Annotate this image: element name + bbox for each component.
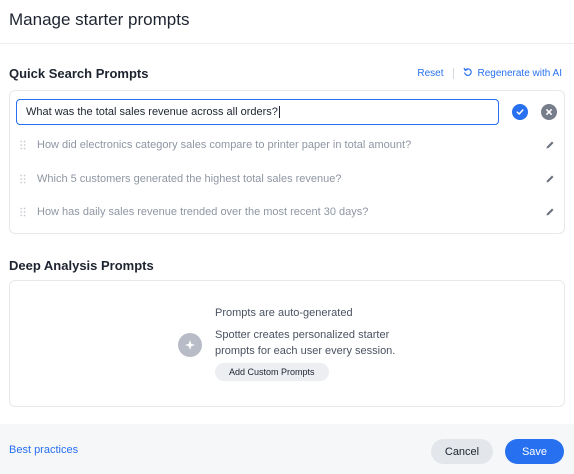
prompt-edit-row: What was the total sales revenue across … [16, 99, 557, 125]
regenerate-label: Regenerate with AI [477, 68, 563, 79]
drag-handle-icon[interactable] [20, 207, 28, 217]
prompt-edit-value: What was the total sales revenue across … [26, 106, 278, 118]
quick-search-header: Quick Search Prompts Reset Regenerate wi… [9, 66, 562, 81]
dialog-footer: Best practices Cancel Save [0, 424, 574, 474]
reset-button[interactable]: Reset [417, 68, 443, 79]
sparkle-icon [178, 333, 202, 357]
auto-generated-description: Spotter creates personalized starter pro… [215, 329, 396, 357]
prompt-text: How has daily sales revenue trended over… [37, 206, 369, 218]
regenerate-icon [463, 67, 473, 80]
confirm-edit-button[interactable] [512, 104, 529, 120]
prompt-text: How did electronics category sales compa… [37, 139, 412, 151]
pencil-icon[interactable] [544, 173, 556, 185]
prompt-row[interactable]: How did electronics category sales compa… [20, 135, 556, 155]
close-circle-icon [546, 109, 552, 115]
drag-handle-icon[interactable] [20, 174, 28, 184]
best-practices-link[interactable]: Best practices [9, 444, 78, 456]
prompt-row[interactable]: How has daily sales revenue trended over… [20, 202, 556, 222]
cancel-button[interactable]: Cancel [431, 439, 493, 464]
divider [452, 68, 454, 79]
regenerate-button[interactable]: Regenerate with AI [463, 67, 563, 80]
prompt-text: Which 5 customers generated the highest … [37, 173, 342, 185]
drag-handle-icon[interactable] [20, 140, 28, 150]
cancel-edit-button[interactable] [541, 104, 557, 120]
check-circle-icon [516, 109, 524, 115]
quick-search-actions: Reset Regenerate with AI [417, 67, 562, 80]
text-caret [278, 106, 280, 118]
prompt-row[interactable]: Which 5 customers generated the highest … [20, 169, 556, 189]
deep-analysis-title: Deep Analysis Prompts [9, 258, 154, 273]
dialog-title: Manage starter prompts [9, 10, 190, 29]
save-button[interactable]: Save [505, 439, 564, 464]
auto-generated-title: Prompts are auto-generated [215, 307, 353, 319]
deep-analysis-header: Deep Analysis Prompts [9, 258, 562, 273]
prompt-edit-input[interactable]: What was the total sales revenue across … [16, 99, 500, 125]
dialog-header: Manage starter prompts [0, 0, 574, 44]
pencil-icon[interactable] [544, 139, 556, 151]
pencil-icon[interactable] [544, 206, 556, 218]
quick-search-card: What was the total sales revenue across … [9, 90, 565, 234]
quick-search-title: Quick Search Prompts [9, 66, 149, 81]
deep-analysis-card: Prompts are auto-generated Spotter creat… [9, 280, 565, 407]
add-custom-prompts-button[interactable]: Add Custom Prompts [215, 363, 329, 381]
